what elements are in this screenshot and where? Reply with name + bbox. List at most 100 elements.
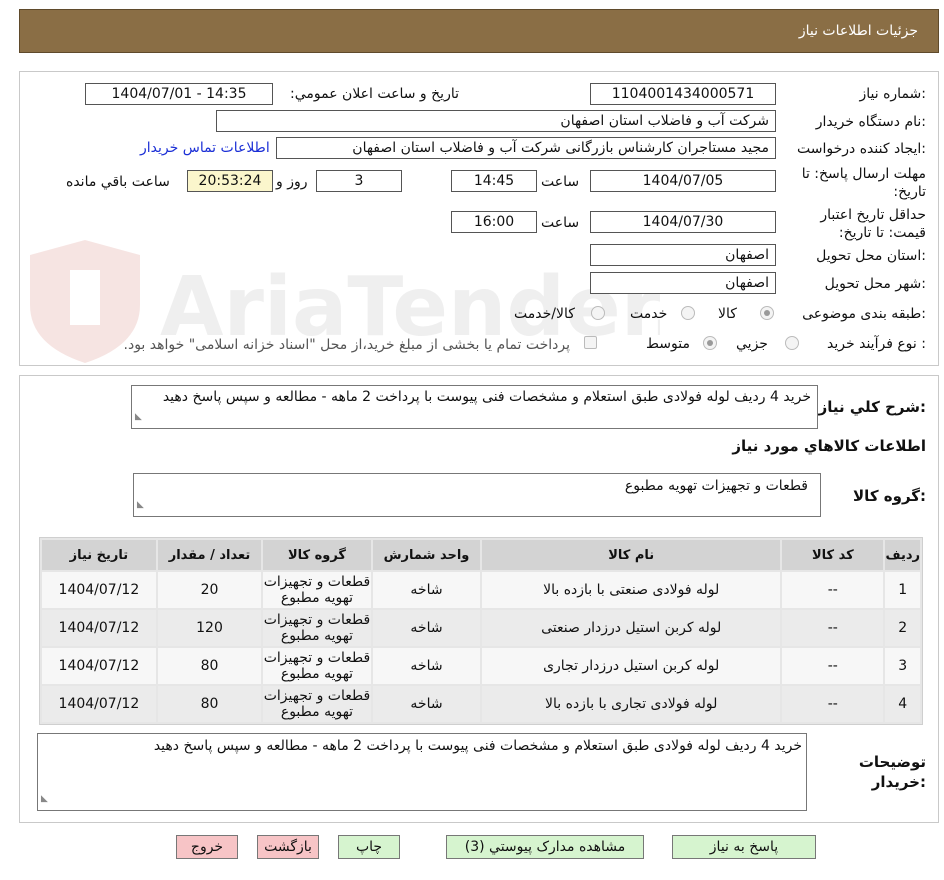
cell-quantity: 80 (157, 686, 262, 722)
goods-group-value: قطعات و تجهیزات تهویه مطبوع (624, 478, 808, 494)
validity-time-field: 16:00 (451, 211, 537, 233)
resize-grip-icon[interactable]: ◢ (137, 496, 144, 514)
cell-item-code: -- (782, 572, 884, 608)
cell-unit: شاخه (372, 610, 481, 646)
purchase-option-medium: متوسط (646, 336, 690, 352)
resize-grip-icon[interactable]: ◢ (41, 790, 48, 808)
buyer-notes-label-line1: توضیحات (858, 753, 926, 771)
announce-field: 1404/07/01 - 14:35 (85, 83, 273, 105)
treasury-checkbox[interactable] (584, 336, 597, 349)
creator-label: ايجاد کننده درخواست: (797, 141, 926, 157)
col-item-code: کد کالا (782, 540, 884, 570)
province-field: اصفهان (590, 244, 776, 266)
page-header: جزئیات اطلاعات نیاز (19, 9, 939, 53)
resize-grip-icon[interactable]: ◢ (135, 408, 142, 426)
city-label: شهر محل تحویل: (824, 276, 926, 292)
col-quantity: تعداد / مقدار (157, 540, 262, 570)
cell-row-number: 1 (885, 572, 920, 608)
cell-row-number: 4 (885, 686, 920, 722)
goods-section-title: اطلاعات کالاهاي مورد نياز (732, 437, 926, 455)
cell-unit: شاخه (372, 686, 481, 722)
description-textarea[interactable]: خرید 4 ردیف لوله فولادی طبق استعلام و مش… (131, 385, 818, 429)
category-radio-service[interactable] (681, 306, 695, 320)
treasury-note: پرداخت تمام یا بخشی از مبلغ خرید،از محل … (123, 337, 570, 353)
reply-button[interactable]: پاسخ به نیاز (672, 835, 816, 859)
cell-group: قطعات و تجهیزات تهویه مطبوع (263, 572, 371, 608)
purchase-type-label: نوع فرآیند خرید : (827, 336, 926, 352)
cell-quantity: 80 (157, 648, 262, 684)
buyer-contact-link[interactable]: اطلاعات تماس خريدار (140, 140, 270, 156)
category-option-goods-service: کالا/خدمت (514, 306, 575, 322)
cell-unit: شاخه (372, 572, 481, 608)
remaining-label: ساعت باقي مانده (66, 174, 170, 190)
category-label: طبقه بندی موضوعی: (802, 306, 926, 322)
buyer-org-label: نام دستگاه خريدار: (815, 114, 926, 130)
buyer-org-field: شرکت آب و فاضلاب استان اصفهان (216, 110, 776, 132)
cell-item-name: لوله فولادی تجاری با بازده بالا (482, 686, 781, 722)
buyer-notes-textarea[interactable]: خرید 4 ردیف لوله فولادی طبق استعلام و مش… (37, 733, 807, 811)
goods-group-textarea[interactable]: قطعات و تجهیزات تهویه مطبوع ◢ (133, 473, 821, 517)
deadline-date-field: 1404/07/05 (590, 170, 776, 192)
validity-label: حداقل تاریخ اعتبار قیمت: تا تاریخ: (820, 207, 926, 241)
deadline-time-field: 14:45 (451, 170, 537, 192)
col-unit: واحد شمارش (372, 540, 481, 570)
table-row: 1 -- لوله فولادی صنعتی با بازده بالا شاخ… (42, 572, 920, 608)
col-need-date: تاریخ نیاز (42, 540, 156, 570)
view-attachments-button[interactable]: مشاهده مدارک پیوستي (3) (446, 835, 644, 859)
buyer-notes-label: توضیحات خریدار: (859, 752, 926, 792)
table-row: 3 -- لوله کربن استیل درزدار تجاری شاخه ق… (42, 648, 920, 684)
description-label: شرح کلي نياز: (818, 398, 926, 416)
col-item-name: نام کالا (482, 540, 781, 570)
category-radio-goods-service[interactable] (591, 306, 605, 320)
goods-group-label: گروه کالا: (853, 487, 926, 505)
description-text: خرید 4 ردیف لوله فولادی طبق استعلام و مش… (162, 389, 811, 405)
need-number-label: شماره نیاز: (859, 86, 926, 102)
col-row-number: ردیف (885, 540, 920, 570)
category-radio-goods[interactable] (760, 306, 774, 320)
category-option-service: خدمت (630, 306, 668, 322)
purchase-option-minor: جزيي (736, 336, 768, 352)
days-label: روز و (276, 174, 308, 190)
table-header-row: ردیف کد کالا نام کالا واحد شمارش گروه کا… (42, 540, 920, 570)
cell-quantity: 120 (157, 610, 262, 646)
cell-item-name: لوله کربن استیل درزدار صنعتی (482, 610, 781, 646)
cell-need-date: 1404/07/12 (42, 686, 156, 722)
need-number-field: 1104001434000571 (590, 83, 776, 105)
items-table: ردیف کد کالا نام کالا واحد شمارش گروه کا… (39, 537, 923, 725)
exit-button[interactable]: خروج (176, 835, 238, 859)
cell-group: قطعات و تجهیزات تهویه مطبوع (263, 648, 371, 684)
validity-time-label: ساعت (541, 215, 580, 231)
city-field: اصفهان (590, 272, 776, 294)
cell-item-code: -- (782, 610, 884, 646)
cell-group: قطعات و تجهیزات تهویه مطبوع (263, 610, 371, 646)
cell-need-date: 1404/07/12 (42, 610, 156, 646)
buyer-notes-label-line2: خریدار: (871, 773, 926, 791)
cell-quantity: 20 (157, 572, 262, 608)
cell-item-name: لوله فولادی صنعتی با بازده بالا (482, 572, 781, 608)
cell-item-code: -- (782, 686, 884, 722)
cell-need-date: 1404/07/12 (42, 648, 156, 684)
cell-need-date: 1404/07/12 (42, 572, 156, 608)
table-row: 2 -- لوله کربن استیل درزدار صنعتی شاخه ق… (42, 610, 920, 646)
table-row: 4 -- لوله فولادی تجاری با بازده بالا شاخ… (42, 686, 920, 722)
cell-row-number: 3 (885, 648, 920, 684)
deadline-time-label: ساعت (541, 174, 580, 190)
cell-unit: شاخه (372, 648, 481, 684)
validity-date-field: 1404/07/30 (590, 211, 776, 233)
category-option-goods: کالا (718, 306, 737, 322)
deadline-label: مهلت ارسال پاسخ: تا تاریخ: (801, 166, 926, 200)
days-field: 3 (316, 170, 402, 192)
cell-row-number: 2 (885, 610, 920, 646)
buyer-notes-text: خرید 4 ردیف لوله فولادی طبق استعلام و مش… (153, 738, 802, 754)
remaining-time-field: 20:53:24 (187, 170, 273, 192)
announce-label: تاریخ و ساعت اعلان عمومي: (290, 86, 459, 102)
cell-item-name: لوله کربن استیل درزدار تجاری (482, 648, 781, 684)
creator-field: مجيد مستاجران کارشناس بازرگانی شرکت آب و… (276, 137, 776, 159)
purchase-radio-medium[interactable] (703, 336, 717, 350)
print-button[interactable]: چاپ (338, 835, 400, 859)
cell-group: قطعات و تجهیزات تهویه مطبوع (263, 686, 371, 722)
col-group: گروه کالا (263, 540, 371, 570)
cell-item-code: -- (782, 648, 884, 684)
purchase-radio-minor[interactable] (785, 336, 799, 350)
back-button[interactable]: بازگشت (257, 835, 319, 859)
